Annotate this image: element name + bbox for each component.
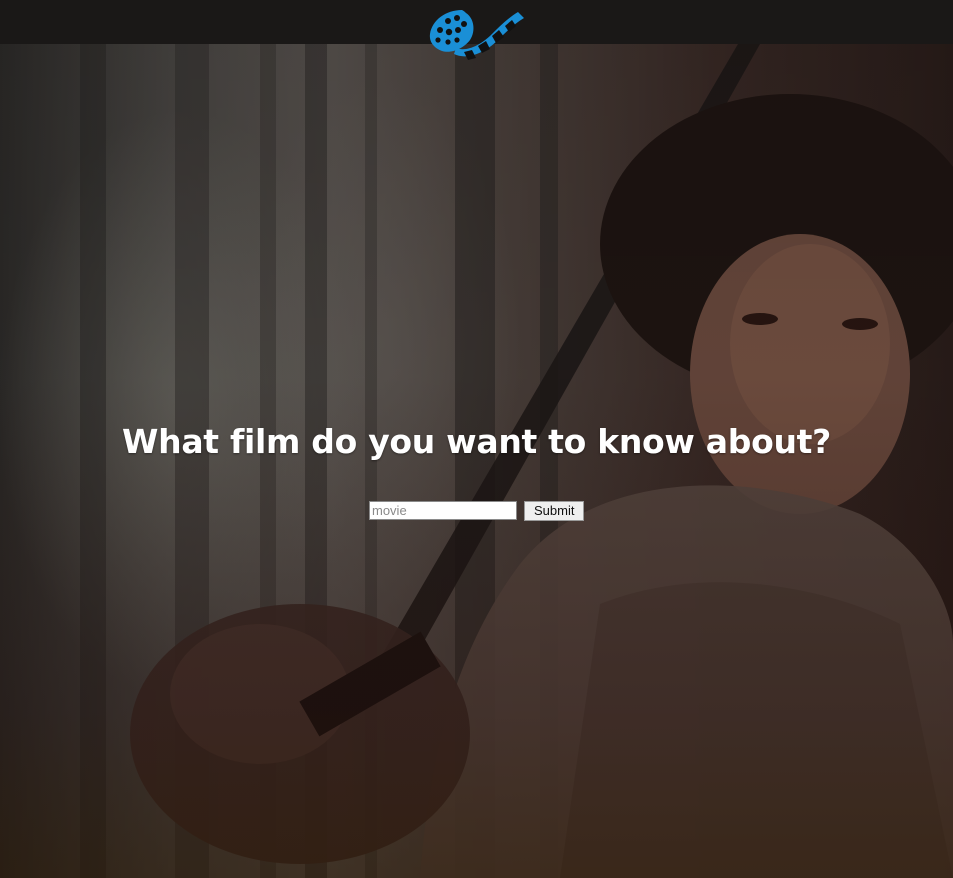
- search-form: Submit: [369, 500, 585, 521]
- page-title: What film do you want to know about?: [122, 422, 831, 461]
- movie-search-input[interactable]: [369, 501, 517, 520]
- submit-button[interactable]: Submit: [524, 500, 585, 521]
- film-reel-logo-icon[interactable]: [426, 6, 526, 76]
- dark-overlay: [0, 44, 953, 878]
- hero-background: [0, 44, 953, 878]
